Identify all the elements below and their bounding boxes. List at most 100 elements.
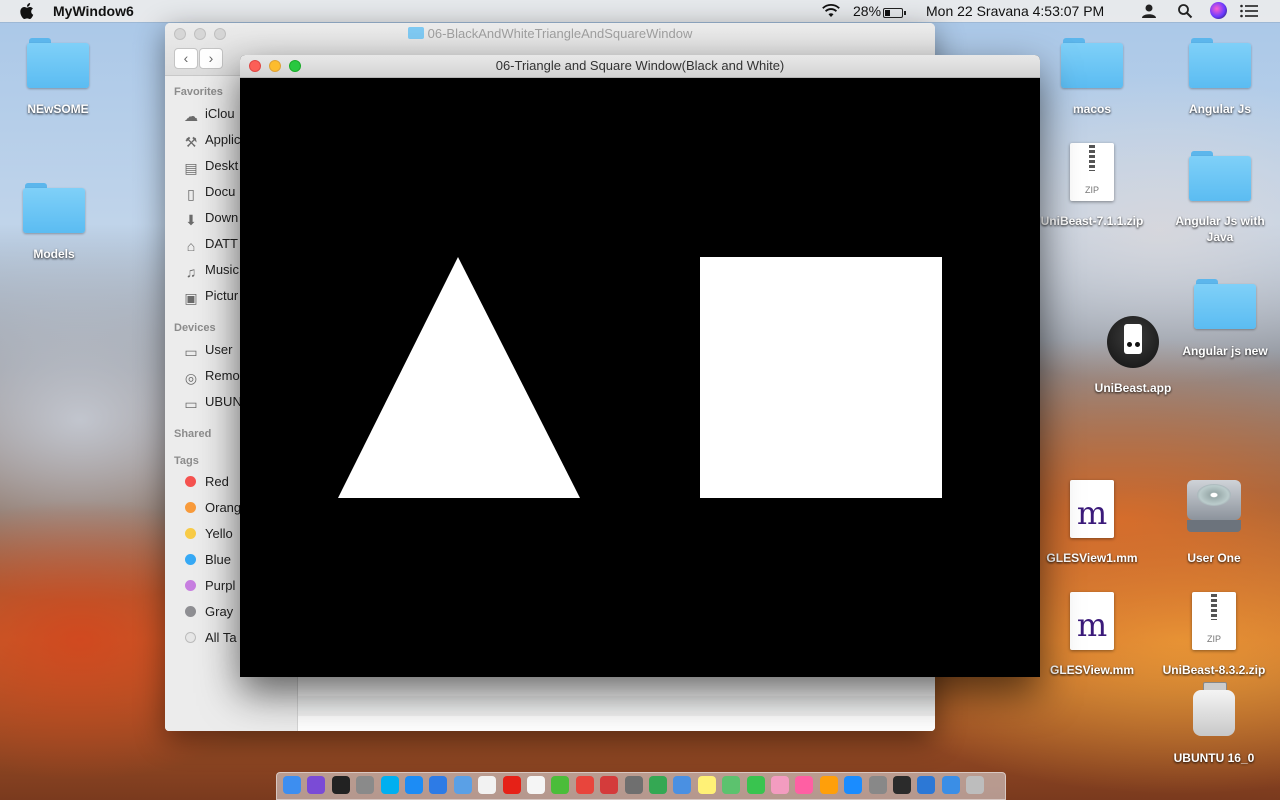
menu-clock[interactable]: Mon 22 Sravana 4:53:07 PM: [926, 3, 1104, 19]
dvd-icon[interactable]: [893, 776, 911, 794]
desktop-item-label: UniBeast.app: [1094, 381, 1172, 395]
gl-canvas[interactable]: [240, 78, 1040, 677]
desktop-item[interactable]: macos: [1037, 38, 1147, 117]
sidebar-section-favorites: Favorites: [174, 86, 223, 98]
desktop-item-label: Angular Js: [1188, 102, 1251, 116]
folder-icon: [1194, 279, 1256, 329]
desktop-item-label: UniBeast-7.1.1.zip: [1040, 214, 1144, 228]
back-button[interactable]: ‹: [174, 48, 198, 69]
white-square: [700, 257, 942, 498]
user-icon[interactable]: [1141, 3, 1157, 19]
sidebar-item-label: Music: [205, 262, 239, 277]
sidebar-item-label: User: [205, 342, 233, 357]
cloud-icon: ☁: [184, 108, 198, 124]
desktop-item-label: GLESView1.mm: [1046, 551, 1138, 565]
calculator-icon[interactable]: [624, 776, 643, 794]
notification-center-icon[interactable]: [1240, 4, 1258, 18]
folder-icon: [1189, 151, 1251, 201]
finder-title: 06-BlackAndWhiteTriangleAndSquareWindow: [165, 26, 935, 41]
desktop-item[interactable]: Models: [0, 183, 109, 262]
finder-icon[interactable]: [283, 776, 301, 794]
books-icon[interactable]: [819, 776, 838, 794]
mm-file-icon: m: [1070, 592, 1114, 650]
desktop-item[interactable]: ZIP UniBeast-7.1.1.zip: [1037, 143, 1147, 229]
photo-booth-icon[interactable]: [600, 776, 619, 794]
white-triangle: [338, 257, 580, 498]
desktop-item-label: Angular Js with Java: [1175, 214, 1265, 244]
xcode-icon[interactable]: [917, 776, 936, 794]
desktop-item[interactable]: UBUNTU 16_0: [1159, 682, 1269, 766]
sidebar-item-label: Gray: [205, 604, 234, 619]
sidebar-section-shared: Shared: [174, 428, 212, 440]
appstore-icon[interactable]: [429, 776, 448, 794]
siri-icon[interactable]: [307, 776, 326, 794]
photos-icon[interactable]: [771, 776, 789, 794]
skype-icon[interactable]: [380, 776, 399, 794]
preview-icon[interactable]: [453, 776, 472, 794]
app-icon[interactable]: [673, 776, 692, 794]
zip-file-icon: ZIP: [1192, 592, 1236, 650]
tag-color-dot: [185, 606, 196, 617]
launchpad-icon[interactable]: [356, 776, 375, 794]
desktop-item[interactable]: NEwSOME: [3, 38, 113, 117]
tag-color-dot: [185, 502, 196, 513]
music-icon: ♫: [185, 264, 197, 280]
textedit-icon[interactable]: [478, 776, 497, 794]
desktop-item-label: User One: [1187, 551, 1241, 565]
desktop-item-label: UniBeast-8.3.2.zip: [1162, 663, 1266, 677]
chrome-icon[interactable]: [649, 776, 667, 794]
desktop-item-label: GLESView.mm: [1049, 663, 1135, 677]
desktop-item[interactable]: ZIP UniBeast-8.3.2.zip: [1159, 592, 1269, 678]
tag-color-dot: [185, 580, 196, 591]
desktop-item[interactable]: m GLESView1.mm: [1037, 480, 1147, 566]
system-preferences-icon[interactable]: [868, 776, 887, 794]
gl-window-titlebar[interactable]: 06-Triangle and Square Window(Black and …: [240, 55, 1040, 78]
desktop-item-label: Models: [33, 247, 75, 261]
sidebar-item-label: Down: [205, 210, 239, 225]
youtube-icon[interactable]: [502, 776, 521, 794]
spotlight-icon[interactable]: [1177, 3, 1193, 19]
sidebar-item-label: Red: [205, 474, 229, 489]
utorrent-icon[interactable]: [551, 776, 570, 794]
downloads-icon[interactable]: [941, 776, 960, 794]
sidebar-item-label: All Ta: [205, 630, 237, 645]
desktop-item[interactable]: User One: [1159, 480, 1269, 566]
folder-icon: [407, 27, 424, 39]
chrome-icon[interactable]: [575, 776, 594, 794]
gl-window-title: 06-Triangle and Square Window(Black and …: [495, 58, 785, 73]
app-name-menu[interactable]: MyWindow6: [53, 3, 134, 19]
battery-icon[interactable]: [883, 5, 906, 21]
external-drive-icon: [1187, 682, 1241, 740]
maps-icon[interactable]: [722, 776, 741, 794]
sidebar-item-label: Blue: [205, 552, 232, 567]
desktop-item[interactable]: m GLESView.mm: [1037, 592, 1147, 678]
trash-icon[interactable]: [966, 776, 985, 794]
app-icon: [1107, 316, 1159, 368]
apple-icon[interactable]: [20, 2, 36, 20]
tag-color-dot: [185, 476, 196, 487]
messages-icon[interactable]: [746, 776, 765, 794]
siri-icon[interactable]: [1210, 2, 1227, 19]
wifi-icon[interactable]: [821, 3, 841, 19]
sidebar-item-label: iClou: [205, 106, 235, 121]
sidebar-item-label: Applic: [205, 132, 241, 147]
notes-icon[interactable]: [697, 776, 716, 794]
zip-file-icon: ZIP: [1070, 143, 1114, 201]
forward-button[interactable]: ›: [199, 48, 223, 69]
desktop-item[interactable]: Angular Js with Java: [1165, 151, 1275, 245]
folder-icon: [1189, 38, 1251, 88]
sidebar-item-label: Yello: [205, 526, 233, 541]
calendar-icon[interactable]: [527, 776, 545, 794]
sidebar-item-label: Remo: [205, 368, 240, 383]
desktop-item[interactable]: Angular Js: [1165, 38, 1275, 117]
documents-icon: ▯: [187, 186, 195, 202]
desktop-item[interactable]: Angular js new: [1170, 279, 1280, 359]
app-store-icon[interactable]: [844, 776, 863, 794]
sidebar-item-label: Deskt: [205, 158, 239, 173]
itunes-icon[interactable]: [795, 776, 814, 794]
safari-icon[interactable]: [405, 776, 423, 794]
battery-percent[interactable]: 28%: [853, 3, 881, 19]
tag-color-dot: [185, 632, 196, 643]
sidebar-item-label: UBUN: [205, 394, 242, 409]
terminal-icon[interactable]: [331, 776, 350, 794]
